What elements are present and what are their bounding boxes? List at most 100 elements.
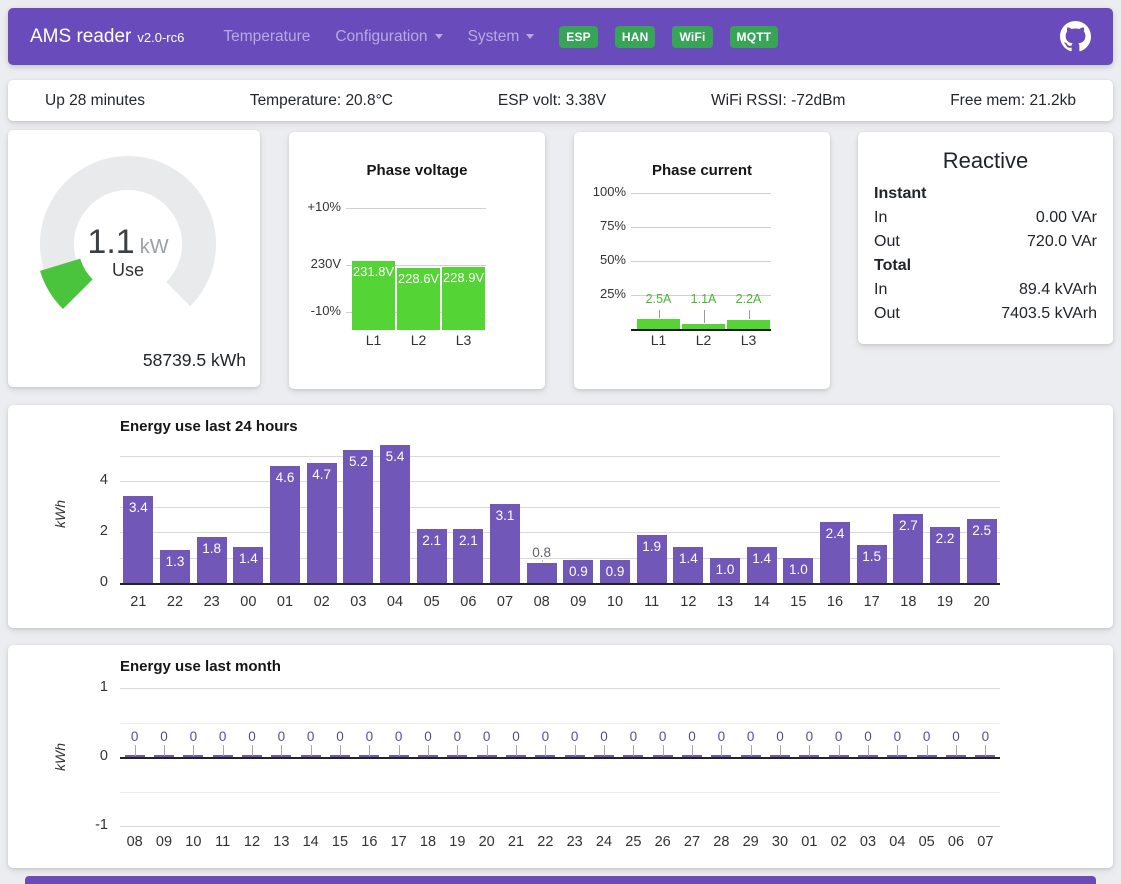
reactive-row: In89.4 kVArh [874, 278, 1097, 302]
bar-value-label: 0 [296, 729, 325, 744]
gridline [120, 792, 1000, 793]
github-link[interactable] [1060, 21, 1091, 52]
bar-value-label: 1.0 [780, 562, 817, 577]
gridline [346, 208, 486, 209]
label-leader-line [281, 745, 282, 756]
label-leader-line [487, 745, 488, 756]
bar-value-label: 0 [736, 729, 765, 744]
x-tick-label: 04 [377, 594, 414, 610]
main-nav: Temperature Configuration System [198, 28, 534, 46]
bar-value-label: 0 [795, 729, 824, 744]
y-tick-label: +10% [295, 199, 341, 214]
navbar: AMS reader v2.0-rc6 Temperature Configura… [8, 8, 1113, 65]
bar-value-label: 2.1 [413, 533, 450, 548]
x-tick-label: 10 [179, 834, 208, 850]
label-leader-line [340, 745, 341, 756]
gauge-total-energy: 58739.5 kWh [143, 350, 246, 371]
label-leader-line [545, 745, 546, 756]
x-tick-label: 09 [149, 834, 178, 850]
gridline [120, 456, 1000, 457]
x-tick-label: 26 [648, 834, 677, 850]
bar-value-label: 0 [531, 729, 560, 744]
label-leader-line [749, 310, 750, 319]
x-tick-label: 17 [853, 594, 890, 610]
y-tick-label: 2 [64, 523, 108, 539]
bar-value-label: 0 [237, 729, 266, 744]
label-leader-line [809, 745, 810, 756]
label-leader-line [704, 310, 705, 323]
x-tick-label: 07 [487, 594, 524, 610]
reactive-row: Out7403.5 kVArh [874, 302, 1097, 326]
x-tick-label: L3 [442, 332, 485, 348]
gridline [120, 507, 1000, 508]
status-badges: ESPHANWiFiMQTT [542, 26, 778, 48]
app-brand[interactable]: AMS reader v2.0-rc6 [30, 26, 184, 48]
x-tick-label: 15 [780, 594, 817, 610]
x-tick-label: 23 [560, 834, 589, 850]
x-tick-label: L1 [637, 332, 680, 348]
status-badge-han: HAN [615, 26, 656, 48]
bar-value-label: 0 [501, 729, 530, 744]
x-tick-label: 24 [589, 834, 618, 850]
label-leader-line [633, 745, 634, 756]
bar-value-label: 0 [619, 729, 648, 744]
x-tick-label: 11 [633, 594, 670, 610]
bar-value-label: 0.9 [597, 564, 634, 579]
status-item-4: Free mem: 21.2kb [950, 92, 1076, 110]
x-tick-label: 06 [941, 834, 970, 850]
bar-value-label: 1.8 [193, 541, 230, 556]
bar-value-label: 2.7 [890, 518, 927, 533]
gridline [120, 532, 1000, 533]
status-item-1: Temperature: 20.8°C [250, 92, 393, 110]
bar-value-label: 4.6 [267, 470, 304, 485]
status-bar: Up 28 minutesTemperature: 20.8°CESP volt… [8, 80, 1113, 121]
bar-value-label: 0 [765, 729, 794, 744]
x-tick-label: 20 [472, 834, 501, 850]
nav-item-temperature[interactable]: Temperature [223, 28, 310, 46]
current-bar [682, 324, 725, 329]
current-bar [637, 319, 680, 329]
reactive-section-heading: Instant [874, 182, 1097, 206]
x-tick-label: 01 [795, 834, 824, 850]
reactive-row-label: In [874, 209, 887, 227]
y-tick-label: 100% [580, 184, 626, 199]
x-tick-label: L2 [397, 332, 440, 348]
bar-value-label: 0 [707, 729, 736, 744]
label-leader-line [985, 745, 986, 756]
gridline [120, 826, 1000, 827]
bar-value-label: 1.5 [853, 549, 890, 564]
x-axis-line [120, 583, 1000, 585]
app-version: v2.0-rc6 [137, 30, 184, 45]
label-leader-line [927, 745, 928, 756]
bar-value-label: 1.4 [670, 551, 707, 566]
bar-value-label: 0 [208, 729, 237, 744]
gridline [120, 481, 1000, 482]
gridline [631, 193, 771, 194]
bar-value-label: 0.8 [523, 545, 560, 560]
status-item-0: Up 28 minutes [45, 92, 145, 110]
current-bar-value: 1.1A [682, 292, 725, 306]
phase-voltage-title: Phase voltage [289, 162, 545, 179]
chevron-down-icon [526, 34, 534, 39]
bar-value-label: 0 [149, 729, 178, 744]
voltage-bar-value: 228.6V [397, 271, 440, 286]
power-gauge-card: 1.1kW Use 58739.5 kWh [8, 130, 260, 387]
energy-bar [527, 563, 557, 583]
energy-24h-chart-card: Energy use last 24 hours 024kWh3.4211.32… [8, 405, 1113, 628]
label-leader-line [164, 745, 165, 756]
reactive-heading-label: Total [874, 257, 911, 275]
nav-item-system[interactable]: System [468, 28, 535, 46]
x-tick-label: 29 [736, 834, 765, 850]
x-tick-label: 22 [531, 834, 560, 850]
reactive-row-label: Out [874, 233, 900, 251]
bar-value-label: 0 [883, 729, 912, 744]
label-leader-line [575, 745, 576, 756]
y-tick-label: 25% [580, 286, 626, 301]
energy-month-title: Energy use last month [120, 658, 281, 675]
label-leader-line [956, 745, 957, 756]
bar-value-label: 5.2 [340, 454, 377, 469]
label-leader-line [369, 745, 370, 756]
nav-item-configuration[interactable]: Configuration [335, 28, 442, 46]
bar-value-label: 0.9 [560, 564, 597, 579]
x-tick-label: 18 [413, 834, 442, 850]
